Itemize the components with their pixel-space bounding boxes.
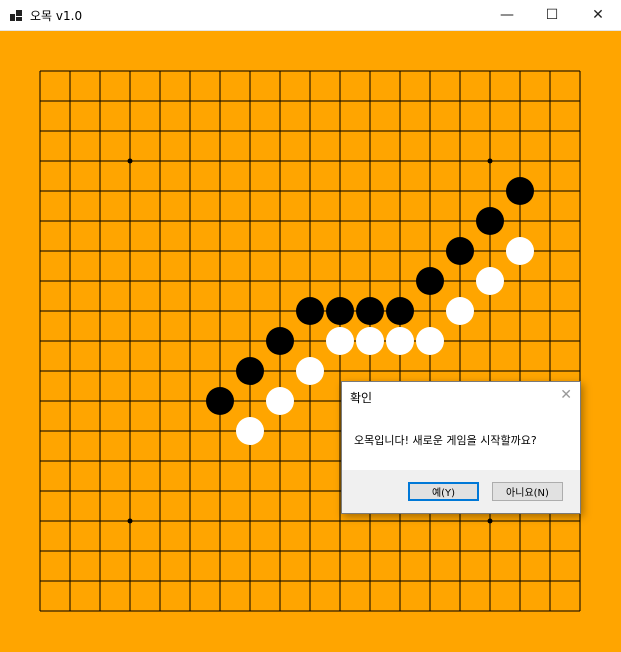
app-icon bbox=[10, 10, 22, 21]
black-stone bbox=[356, 297, 384, 325]
white-stone bbox=[476, 267, 504, 295]
close-button[interactable]: ✕ bbox=[575, 0, 621, 30]
white-stone bbox=[296, 357, 324, 385]
black-stone bbox=[296, 297, 324, 325]
dialog-title: 확인 bbox=[350, 391, 373, 405]
minimize-button[interactable]: — bbox=[484, 0, 530, 30]
white-stone bbox=[326, 327, 354, 355]
black-stone bbox=[416, 267, 444, 295]
dialog-message: 오목입니다! 새로운 게임을 시작할까요? bbox=[354, 434, 537, 447]
star-point bbox=[487, 158, 493, 164]
white-stone bbox=[446, 297, 474, 325]
black-stone bbox=[386, 297, 414, 325]
black-stone bbox=[236, 357, 264, 385]
black-stone bbox=[506, 177, 534, 205]
game-area bbox=[0, 31, 621, 652]
black-stone bbox=[476, 207, 504, 235]
no-button[interactable]: 아니요(N) bbox=[492, 482, 563, 501]
white-stone bbox=[266, 387, 294, 415]
white-stone bbox=[416, 327, 444, 355]
maximize-icon: ☐ bbox=[545, 7, 559, 23]
white-stone bbox=[386, 327, 414, 355]
star-point bbox=[127, 518, 133, 524]
minimize-icon: — bbox=[500, 7, 514, 23]
star-point bbox=[127, 158, 133, 164]
go-board[interactable] bbox=[0, 31, 621, 652]
title-bar: 오목 v1.0 — ☐ ✕ bbox=[0, 0, 621, 31]
yes-button[interactable]: 예(Y) bbox=[408, 482, 479, 501]
close-icon: ✕ bbox=[592, 7, 604, 23]
star-point bbox=[487, 518, 493, 524]
confirm-dialog: 확인 ✕ 오목입니다! 새로운 게임을 시작할까요? 예(Y) 아니요(N) bbox=[341, 381, 581, 514]
black-stone bbox=[206, 387, 234, 415]
black-stone bbox=[326, 297, 354, 325]
window-title: 오목 v1.0 bbox=[30, 9, 83, 23]
dialog-close-icon[interactable]: ✕ bbox=[560, 387, 572, 403]
black-stone bbox=[266, 327, 294, 355]
white-stone bbox=[236, 417, 264, 445]
white-stone bbox=[356, 327, 384, 355]
dialog-footer: 예(Y) 아니요(N) bbox=[342, 470, 580, 513]
white-stone bbox=[506, 237, 534, 265]
black-stone bbox=[446, 237, 474, 265]
maximize-button[interactable]: ☐ bbox=[529, 0, 575, 30]
